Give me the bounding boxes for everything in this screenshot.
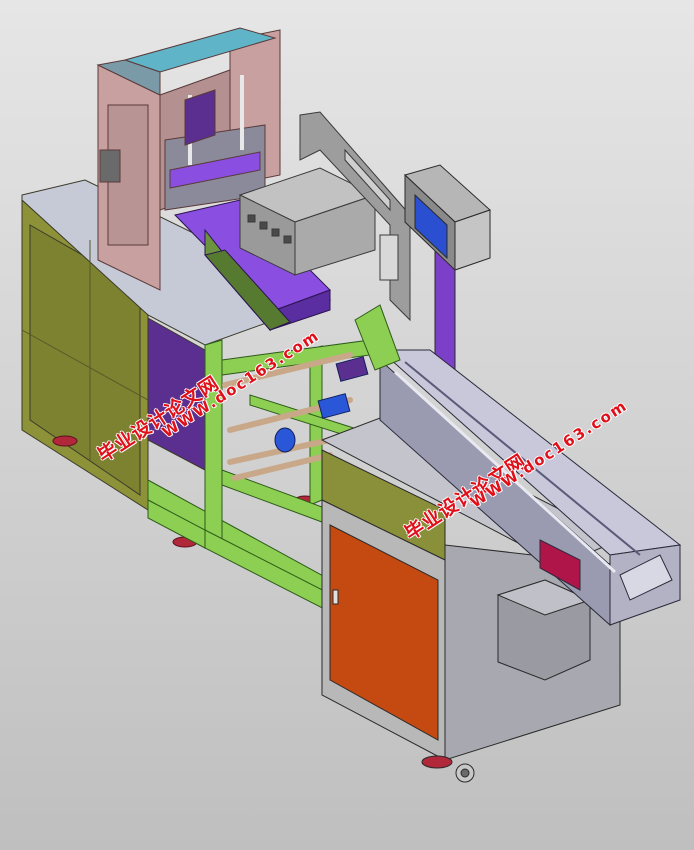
caster-wheel [421, 755, 475, 783]
cad-drawing-canvas: 毕业设计论文网 WWW.doc163.com 毕业设计论文网 WWW.doc16… [0, 0, 694, 850]
control-panel [404, 164, 491, 381]
